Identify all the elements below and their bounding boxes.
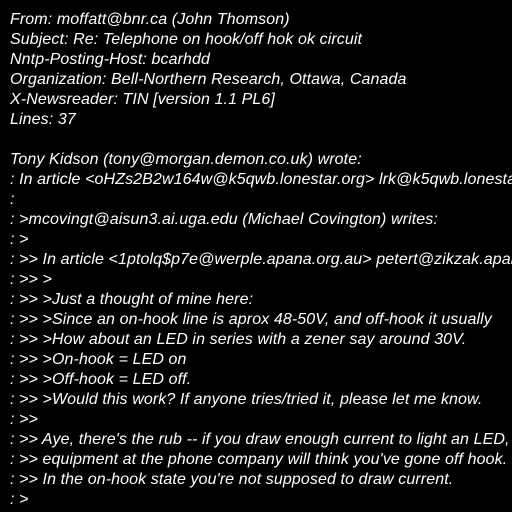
body-line: : > [10,491,29,508]
body-line: : [10,191,15,208]
header-nntp-posting-host: Nntp-Posting-Host: bcarhdd [10,51,211,68]
body-line: : >> >How about an LED in series with a … [10,331,467,348]
body-line: : > [10,231,29,248]
body-line: : >mcovingt@aisun3.ai.uga.edu (Michael C… [10,211,438,228]
article-text: From: moffatt@bnr.ca (John Thomson) Subj… [10,10,512,510]
header-lines: Lines: 37 [10,111,76,128]
header-newsreader: X-Newsreader: TIN [version 1.1 PL6] [10,91,275,108]
body-line: : >> In article <1ptolq$p7e@werple.apana… [10,251,512,268]
body-line: : >> In the on-hook state you're not sup… [10,471,454,488]
body-line: : >> Aye, there's the rub -- if you draw… [10,431,510,448]
body-line: : In article <oHZs2B2w164w@k5qwb.lonesta… [10,171,512,188]
body-line: : >> > [10,271,52,288]
body-line [10,130,512,150]
body-line: Tony Kidson (tony@morgan.demon.co.uk) wr… [10,151,362,168]
header-subject: Subject: Re: Telephone on hook/off hok o… [10,31,363,48]
body-line: : >> >Off-hook = LED off. [10,371,192,388]
body-line: : >> >Since an on-hook line is aprox 48-… [10,311,492,328]
header-from: From: moffatt@bnr.ca (John Thomson) [10,11,290,28]
body-line: : >> equipment at the phone company will… [10,451,508,468]
body-line: : >> [10,411,38,428]
body-line: : >> >Would this work? If anyone tries/t… [10,391,483,408]
newsreader-article-view: From: moffatt@bnr.ca (John Thomson) Subj… [0,0,512,512]
header-organization: Organization: Bell-Northern Research, Ot… [10,71,407,88]
body-line: : >> >On-hook = LED on [10,351,187,368]
body-line: : >> >Just a thought of mine here: [10,291,254,308]
